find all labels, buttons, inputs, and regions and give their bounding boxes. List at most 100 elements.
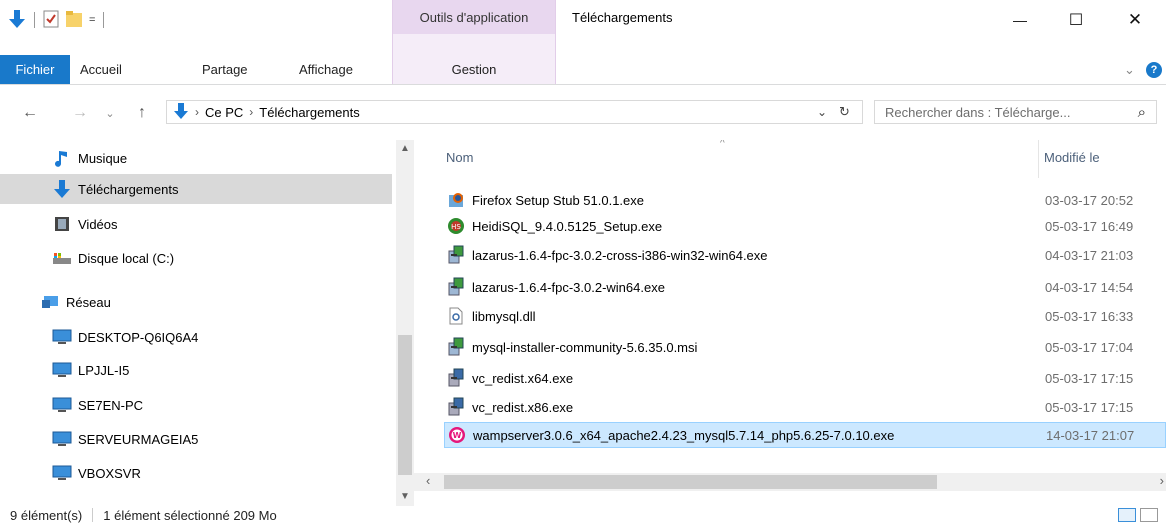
qat-customize-icon[interactable]: = [89, 14, 95, 26]
sidebar-item-videos[interactable]: Vidéos [0, 209, 392, 239]
scrollbar-thumb[interactable] [398, 335, 412, 475]
maximize-icon: ☐ [1068, 12, 1084, 29]
installer-icon [446, 397, 466, 416]
qat-separator [34, 12, 35, 28]
window-title: Téléchargements [572, 10, 673, 25]
back-button[interactable]: ← [20, 103, 40, 123]
sidebar-item-desktop[interactable]: DESKTOP-Q6IQ6A4 [0, 322, 392, 352]
file-row[interactable]: lazarus-1.6.4-fpc-3.0.2-win64.exe 04-03-… [444, 274, 1166, 300]
file-list: ^ Nom Modifié le Firefox Setup Stub 51.0… [414, 140, 1166, 506]
breadcrumb-downloads[interactable]: Téléchargements [259, 105, 359, 120]
file-date: 05-03-17 17:15 [1045, 399, 1134, 415]
file-date: 04-03-17 14:54 [1045, 279, 1134, 295]
tab-gestion[interactable]: Gestion [392, 55, 556, 84]
navpane-scrollbar[interactable]: ▲ ▼ [396, 140, 414, 506]
large-icons-view-icon[interactable] [1140, 508, 1158, 522]
maximize-button[interactable]: ☐ [1053, 6, 1099, 34]
new-folder-icon[interactable] [65, 10, 83, 31]
tab-accueil[interactable]: Accueil [80, 55, 122, 84]
help-button[interactable]: ? [1146, 55, 1162, 84]
file-date: 05-03-17 16:33 [1045, 308, 1134, 324]
installer-icon [446, 368, 466, 387]
installer-icon [446, 245, 466, 264]
properties-icon[interactable] [43, 10, 59, 31]
forward-arrow-icon: → [72, 104, 88, 121]
scroll-down-icon[interactable]: ▼ [396, 488, 414, 504]
file-row[interactable]: lazarus-1.6.4-fpc-3.0.2-cross-i386-win32… [444, 242, 1166, 268]
sort-ascending-icon: ^ [720, 140, 725, 149]
file-row[interactable]: vc_redist.x64.exe 05-03-17 17:15 [444, 365, 1166, 391]
tab-partage[interactable]: Partage [202, 55, 248, 84]
column-header-row: ^ Nom Modifié le [414, 140, 1166, 178]
installer-icon [446, 277, 466, 296]
column-header-name[interactable]: Nom [446, 150, 473, 165]
sidebar-item-serveurmageia[interactable]: SERVEURMAGEIA5 [0, 424, 392, 454]
forward-button[interactable]: → [70, 103, 90, 123]
tab-affichage[interactable]: Affichage [299, 55, 353, 84]
download-arrow-icon[interactable] [8, 9, 26, 32]
sidebar-item-musique[interactable]: Musique [0, 143, 392, 173]
details-view-icon[interactable] [1118, 508, 1136, 522]
scrollbar-thumb[interactable] [444, 475, 937, 489]
sidebar-item-lpjjl[interactable]: LPJJL-I5 [0, 355, 392, 385]
minimize-icon: — [1013, 12, 1027, 28]
sidebar-item-se7en[interactable]: SE7EN-PC [0, 390, 392, 420]
file-row[interactable]: vc_redist.x86.exe 05-03-17 17:15 [444, 394, 1166, 420]
column-divider[interactable] [1038, 140, 1039, 178]
sidebar-item-label: Vidéos [78, 216, 118, 232]
minimize-button[interactable]: — [997, 6, 1043, 34]
file-date: 14-03-17 21:07 [1046, 427, 1135, 443]
breadcrumb-separator: › [195, 105, 199, 119]
refresh-icon[interactable]: ↻ [839, 104, 850, 120]
computer-icon [52, 328, 72, 346]
filelist-horizontal-scrollbar[interactable]: ‹ › [414, 473, 1166, 491]
scroll-up-icon[interactable]: ▲ [396, 140, 414, 156]
file-row-selected[interactable]: W wampserver3.0.6_x64_apache2.4.23_mysql… [444, 422, 1166, 448]
installer-icon [446, 337, 466, 356]
column-header-modified[interactable]: Modifié le [1044, 150, 1100, 165]
svg-text:W: W [453, 431, 462, 440]
view-switcher [1118, 508, 1158, 522]
file-row[interactable]: HS HeidiSQL_9.4.0.5125_Setup.exe 05-03-1… [444, 213, 1166, 239]
up-button[interactable]: ↑ [132, 103, 152, 123]
ribbon-expand-icon[interactable]: ⌄ [1124, 55, 1135, 84]
address-dropdown-icon[interactable]: ⌄ [817, 105, 827, 119]
sidebar-item-label: Réseau [66, 294, 111, 310]
ribbon-tab-bar: Fichier Accueil Partage Affichage Gestio… [0, 55, 1166, 85]
sidebar-item-label: Musique [78, 150, 128, 166]
file-date: 05-03-17 17:15 [1045, 370, 1134, 386]
selection-info: 1 élément sélectionné 209 Mo [103, 507, 277, 523]
status-bar: 9 élément(s) 1 élément sélectionné 209 M… [0, 506, 1166, 524]
sidebar-item-label: SE7EN-PC [78, 397, 144, 413]
sidebar-item-label: DESKTOP-Q6IQ6A4 [78, 329, 199, 345]
sidebar-item-vboxsvr[interactable]: VBOXSVR [0, 458, 392, 488]
scroll-left-icon[interactable]: ‹ [426, 473, 430, 488]
sidebar-item-disque-local[interactable]: Disque local (C:) [0, 243, 392, 273]
close-button[interactable]: ✕ [1112, 6, 1158, 34]
computer-icon [52, 396, 72, 414]
computer-icon [52, 430, 72, 448]
sidebar-item-label: LPJJL-I5 [78, 362, 130, 378]
search-icon[interactable]: ⌕ [1138, 104, 1146, 121]
recent-locations-button[interactable]: ⌄ [103, 103, 117, 123]
sidebar-item-label: VBOXSVR [78, 465, 141, 481]
status-divider [92, 508, 94, 522]
network-icon [40, 293, 60, 311]
sidebar-item-telechargements[interactable]: Téléchargements [0, 174, 392, 204]
breadcrumb-ce-pc[interactable]: Ce PC [205, 105, 243, 120]
download-icon [52, 180, 72, 198]
search-input[interactable]: Rechercher dans : Télécharge... ⌕ [874, 100, 1157, 124]
svg-text:HS: HS [451, 223, 461, 231]
back-arrow-icon: ← [22, 104, 38, 121]
scroll-right-icon[interactable]: › [1160, 473, 1164, 488]
address-bar[interactable]: › Ce PC › Téléchargements ⌄ ↻ [166, 100, 863, 124]
sidebar-item-label: Téléchargements [78, 181, 179, 197]
dll-icon [446, 307, 466, 325]
file-row[interactable]: Firefox Setup Stub 51.0.1.exe 03-03-17 2… [444, 187, 1166, 213]
file-row[interactable]: libmysql.dll 05-03-17 16:33 [444, 303, 1166, 329]
file-date: 03-03-17 20:52 [1045, 192, 1134, 208]
tab-fichier[interactable]: Fichier [0, 55, 70, 84]
downloads-location-icon [173, 102, 189, 123]
file-row[interactable]: mysql-installer-community-5.6.35.0.msi 0… [444, 334, 1166, 360]
sidebar-item-reseau[interactable]: Réseau [0, 287, 392, 317]
